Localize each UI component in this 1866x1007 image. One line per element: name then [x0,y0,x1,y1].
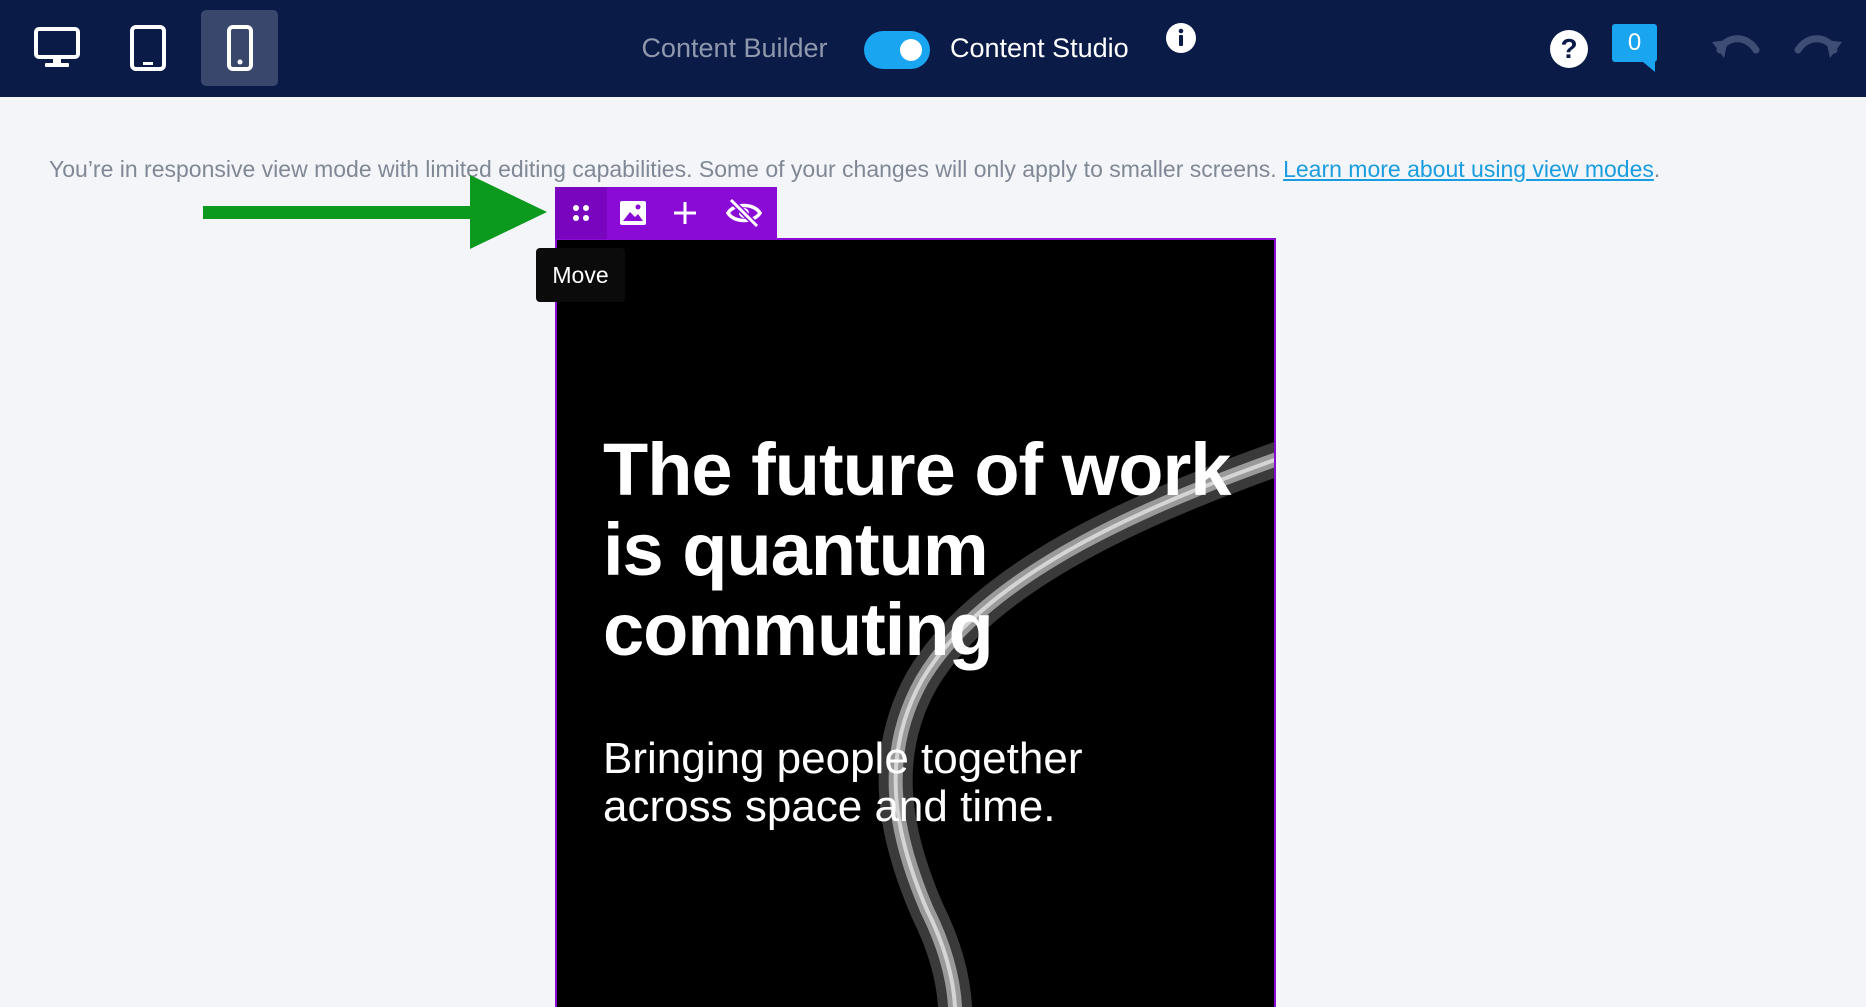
svg-text:?: ? [1560,33,1577,64]
comments-button[interactable]: 0 [1612,24,1657,72]
notice-suffix: . [1653,156,1661,182]
move-button[interactable] [555,187,607,239]
mobile-icon [226,25,253,71]
view-modes-help-link[interactable]: Learn more about using view modes [1283,156,1654,182]
hero-block-preview[interactable]: The future of work is quantum commuting … [555,238,1276,1007]
tablet-icon [129,25,166,71]
element-toolbar [555,187,777,239]
tablet-view-button[interactable] [109,10,186,86]
toggle-knob [900,39,922,61]
move-tooltip: Move [536,248,625,302]
content-studio-label: Content Studio [950,33,1129,63]
content-builder-label: Content Builder [641,33,828,63]
mobile-view-button[interactable] [201,10,278,86]
add-button[interactable] [659,187,711,239]
comment-count: 0 [1627,29,1642,56]
hero-subheadline[interactable]: Bringing people together across space an… [603,735,1203,831]
image-icon [620,201,646,225]
help-icon[interactable]: ? [1549,29,1589,69]
top-bar: Content Builder Content Studio ? 0 [0,0,1866,97]
undo-icon[interactable] [1712,30,1760,64]
info-icon[interactable] [1165,22,1197,54]
eye-slash-icon [726,198,762,228]
image-button[interactable] [607,187,659,239]
desktop-view-button[interactable] [18,10,95,86]
desktop-icon [33,27,80,67]
redo-icon[interactable] [1794,30,1842,64]
builder-studio-toggle[interactable] [864,31,930,69]
plus-icon [674,202,696,224]
comment-bubble-tail [1643,62,1655,72]
annotation-arrow [203,175,547,249]
drag-handle-icon [573,205,589,221]
hide-button[interactable] [711,187,777,239]
hero-headline[interactable]: The future of work is quantum commuting [603,430,1243,670]
